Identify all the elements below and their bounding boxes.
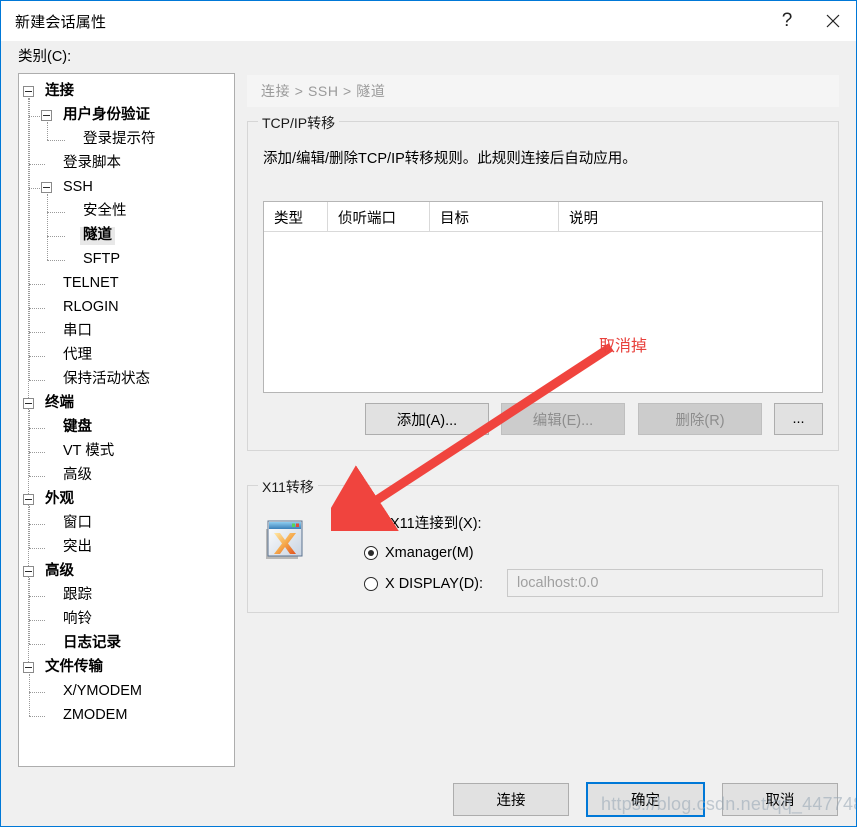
- tree-item-label: 代理: [63, 347, 92, 364]
- forward-x11-label: 转发X11连接到(X):: [361, 516, 482, 532]
- forwarding-rules-table[interactable]: 类型 侦听端口 目标 说明: [263, 201, 823, 393]
- tree-item[interactable]: ZMODEM: [19, 704, 234, 728]
- annotation-text: 取消掉: [599, 338, 648, 355]
- tree-item-label: 用户身份验证: [63, 107, 150, 124]
- tree-item-label: 串口: [63, 323, 92, 340]
- tree-item-label: X/YMODEM: [63, 683, 142, 700]
- tree-item-label: 外观: [45, 491, 74, 508]
- collapse-icon[interactable]: [41, 182, 52, 193]
- tree-item-label: 键盘: [63, 419, 92, 436]
- tree-item[interactable]: 安全性: [19, 200, 234, 224]
- tree-item[interactable]: 键盘: [19, 416, 234, 440]
- x-display-radio-row[interactable]: X DISPLAY(D):: [364, 576, 483, 592]
- tree-item[interactable]: 登录脚本: [19, 152, 234, 176]
- x11-forwarding-group-title: X11转移: [258, 477, 318, 497]
- tree-item-label: 保持活动状态: [63, 371, 150, 388]
- collapse-icon[interactable]: [23, 662, 34, 673]
- tree-item[interactable]: X/YMODEM: [19, 680, 234, 704]
- tree-item-label: 登录提示符: [83, 131, 156, 148]
- tree-item-label: 高级: [45, 563, 74, 580]
- tree-item-label: SFTP: [83, 251, 121, 268]
- tree-item-label: SSH: [63, 179, 93, 196]
- xmanager-radio-label: Xmanager(M): [385, 545, 474, 561]
- tree-item[interactable]: RLOGIN: [19, 296, 234, 320]
- tcp-forwarding-description: 添加/编辑/删除TCP/IP转移规则。此规则连接后自动应用。: [263, 151, 637, 167]
- tree-item-label: 响铃: [63, 611, 92, 628]
- tree-item[interactable]: 保持活动状态: [19, 368, 234, 392]
- column-header-listen-port[interactable]: 侦听端口: [328, 202, 430, 232]
- tree-item-label: 突出: [63, 539, 92, 556]
- tree-item[interactable]: 隧道: [19, 224, 234, 248]
- tree-item[interactable]: 文件传输: [19, 656, 234, 680]
- forward-x11-checkbox-row[interactable]: 转发X11连接到(X):: [340, 512, 482, 533]
- tree-item[interactable]: 高级: [19, 560, 234, 584]
- tree-item[interactable]: 串口: [19, 320, 234, 344]
- tree-item[interactable]: 日志记录: [19, 632, 234, 656]
- forwarding-rules-header: 类型 侦听端口 目标 说明: [264, 202, 822, 232]
- tree-item-label: RLOGIN: [63, 299, 119, 316]
- tree-item[interactable]: VT 模式: [19, 440, 234, 464]
- help-icon[interactable]: ?: [764, 1, 810, 41]
- tree-item[interactable]: 登录提示符: [19, 128, 234, 152]
- tree-item[interactable]: 窗口: [19, 512, 234, 536]
- column-header-description[interactable]: 说明: [559, 202, 822, 232]
- title-bar: 新建会话属性 ?: [1, 1, 856, 41]
- collapse-icon[interactable]: [23, 566, 34, 577]
- tree-item-label: 安全性: [83, 203, 127, 220]
- tree-item[interactable]: TELNET: [19, 272, 234, 296]
- tree-item-label: 终端: [45, 395, 74, 412]
- column-header-type[interactable]: 类型: [264, 202, 328, 232]
- connect-button[interactable]: 连接: [453, 783, 569, 816]
- new-session-properties-dialog: 新建会话属性 ? 类别(C): 连接 用户身份验证 登录提示符 登录脚本 SSH 安全性隧…: [0, 0, 857, 827]
- tree-item[interactable]: 高级: [19, 464, 234, 488]
- tree-item[interactable]: SFTP: [19, 248, 234, 272]
- watermark: https://blog.csdn.net/qq_44774831: [601, 794, 857, 814]
- tree-item[interactable]: SSH: [19, 176, 234, 200]
- tree-item-label: 跟踪: [63, 587, 92, 604]
- tree-item-label: 高级: [63, 467, 92, 484]
- tree-item[interactable]: 终端: [19, 392, 234, 416]
- tree-item-label: 日志记录: [63, 635, 121, 652]
- category-tree[interactable]: 连接用户身份验证登录提示符登录脚本 SSH 安全性隧道 SFTP TELNET RLOGI…: [18, 73, 235, 767]
- tree-item-label: 文件传输: [45, 659, 103, 676]
- collapse-icon[interactable]: [23, 494, 34, 505]
- tree-item[interactable]: 外观: [19, 488, 234, 512]
- x-display-input[interactable]: localhost:0.0: [507, 569, 823, 597]
- more-options-button[interactable]: ...: [774, 403, 823, 435]
- tree-item[interactable]: 响铃: [19, 608, 234, 632]
- breadcrumb: 连接 > SSH > 隧道: [247, 75, 839, 107]
- tree-item-label: VT 模式: [63, 443, 115, 460]
- xmanager-radio[interactable]: [364, 546, 378, 560]
- tree-item[interactable]: 突出: [19, 536, 234, 560]
- category-label: 类别(C):: [18, 49, 72, 65]
- tcp-forwarding-group-title: TCP/IP转移: [258, 113, 340, 133]
- tree-item[interactable]: 用户身份验证: [19, 104, 234, 128]
- tree-item-label: 隧道: [80, 227, 115, 245]
- edit-rule-button[interactable]: 编辑(E)...: [501, 403, 625, 435]
- xmanager-icon: [266, 520, 303, 559]
- tree-item[interactable]: 代理: [19, 344, 234, 368]
- collapse-icon[interactable]: [23, 86, 34, 97]
- xmanager-radio-row[interactable]: Xmanager(M): [364, 545, 474, 561]
- column-header-target[interactable]: 目标: [430, 202, 559, 232]
- title-bar-buttons: ?: [764, 1, 856, 41]
- window-title: 新建会话属性: [15, 13, 107, 31]
- tree-item[interactable]: 跟踪: [19, 584, 234, 608]
- tree-item-label: 连接: [45, 83, 74, 100]
- close-icon[interactable]: [810, 1, 856, 41]
- collapse-icon[interactable]: [23, 398, 34, 409]
- forward-x11-checkbox[interactable]: [340, 515, 355, 530]
- tree-item[interactable]: 连接: [19, 80, 234, 104]
- tree-item-label: ZMODEM: [63, 707, 128, 724]
- x-display-radio-label: X DISPLAY(D):: [385, 576, 484, 592]
- tree-item-label: 窗口: [63, 515, 92, 532]
- collapse-icon[interactable]: [41, 110, 52, 121]
- tree-item-label: 登录脚本: [63, 155, 121, 172]
- add-rule-button[interactable]: 添加(A)...: [365, 403, 489, 435]
- x-display-radio[interactable]: [364, 577, 378, 591]
- delete-rule-button[interactable]: 删除(R): [638, 403, 762, 435]
- tree-item-label: TELNET: [63, 275, 119, 292]
